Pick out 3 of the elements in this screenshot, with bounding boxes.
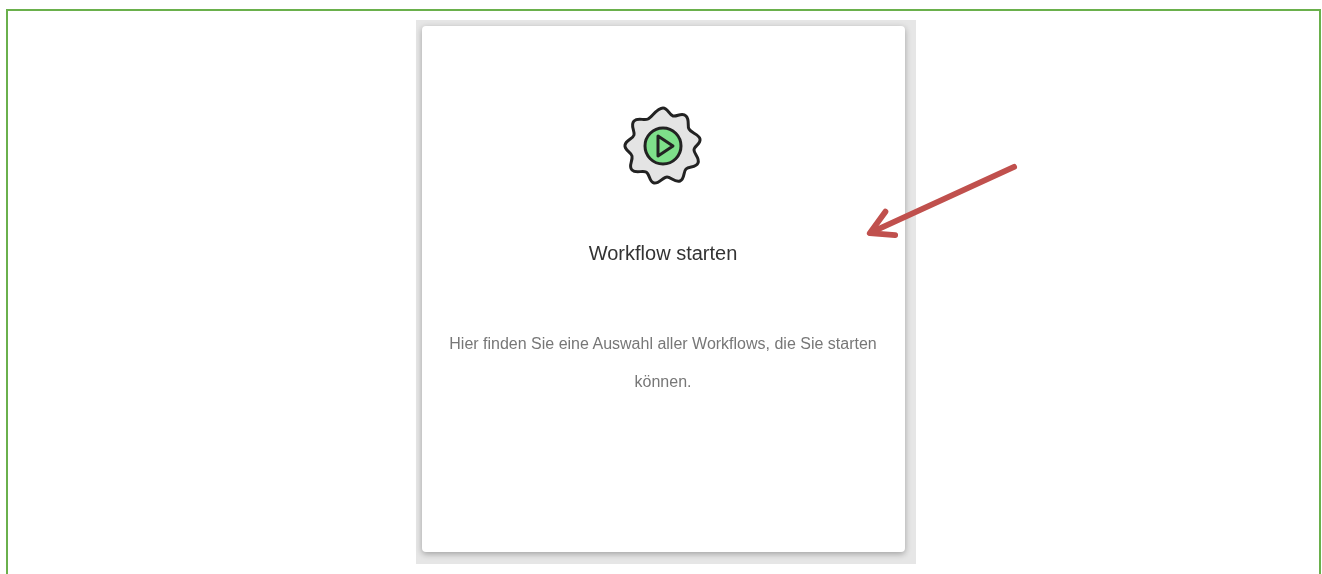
- card-title: Workflow starten: [588, 242, 738, 265]
- workflow-card[interactable]: Workflow starten Hier finden Sie eine Auswahl aller Workflows, die Sie starten können.: [421, 26, 905, 552]
- card-description: Hier finden Sie eine Auswahl aller Workflows, die Sie starten können.: [448, 334, 878, 392]
